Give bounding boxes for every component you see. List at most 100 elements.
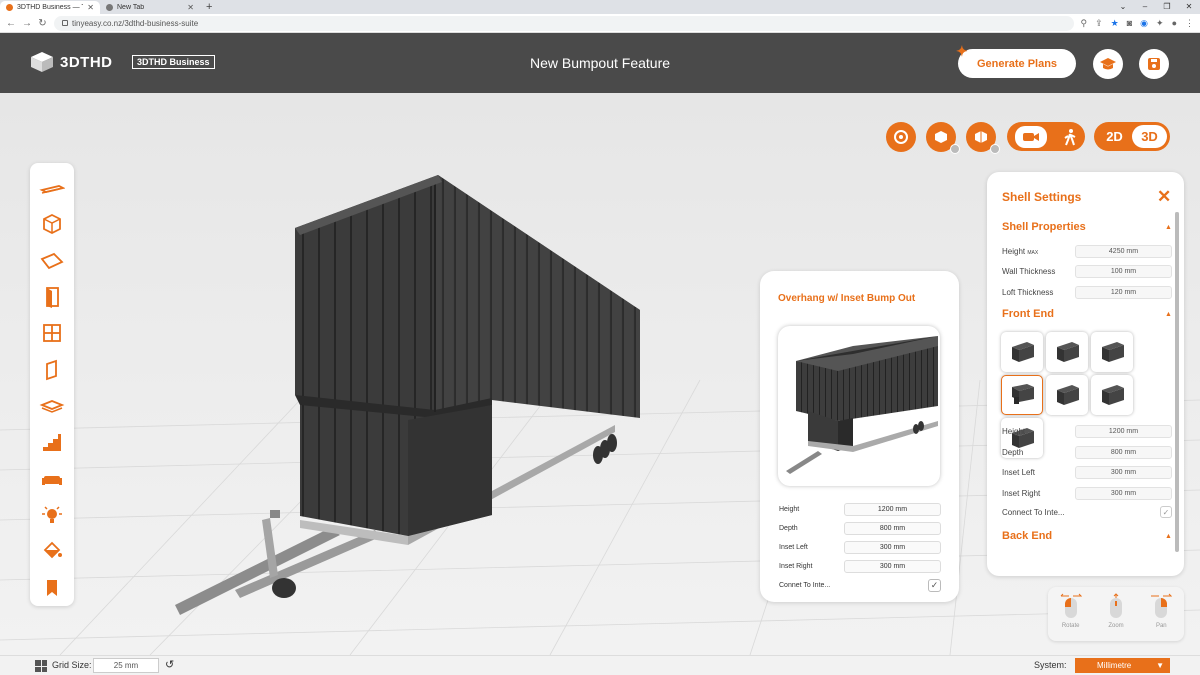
bumpout-inset-left-input[interactable]: 300 mm (844, 540, 941, 554)
video-camera-button[interactable] (1015, 125, 1047, 148)
zoom-icon[interactable]: ⚲ (1081, 18, 1088, 29)
pan-help: Pan (1150, 593, 1173, 641)
shell-properties-header[interactable]: Shell Properties (1002, 221, 1086, 233)
close-window-icon[interactable]: ✕ (1178, 0, 1200, 13)
shell-height-input[interactable]: 4250 mm (1075, 244, 1172, 258)
front-end-thumb-icon (1012, 342, 1034, 362)
loft-thickness-row: Loft Thickness 120 mm (1002, 285, 1172, 299)
collapse-caret-icon[interactable]: ▲ (1165, 533, 1172, 540)
rotate-help: Rotate (1060, 593, 1082, 641)
front-inset-right-row: Inset Right 300 mm (1002, 486, 1172, 500)
unit-system-select[interactable]: Millimetre ▼ (1075, 658, 1170, 673)
menu-icon[interactable]: ⋮ (1185, 18, 1194, 29)
browser-extensions: ⚲ ⇪ ★ ◙ ◉ ✦ ● ⋮ (1081, 18, 1195, 29)
mode-3d-button[interactable]: 3D (1132, 125, 1167, 148)
view-mode-toggle[interactable]: 2D 3D (1094, 122, 1170, 151)
front-end-thumb-icon (1057, 385, 1079, 405)
tutorial-button[interactable] (1093, 49, 1123, 79)
browser-tab-newtab[interactable]: New Tab ✕ (100, 1, 200, 14)
mode-2d-button[interactable]: 2D (1097, 129, 1132, 144)
share-icon[interactable]: ⇪ (1095, 18, 1103, 29)
profile-icon[interactable]: ● (1172, 18, 1177, 29)
logo[interactable]: 3DTHD (30, 51, 113, 73)
front-end-header[interactable]: Front End (1002, 308, 1054, 320)
back-icon[interactable]: ← (6, 18, 16, 29)
unit-system-value: Millimetre (1097, 661, 1132, 670)
front-height-input[interactable]: 1200 mm (1075, 424, 1172, 438)
forward-icon[interactable]: → (22, 18, 32, 29)
tool-trailer[interactable] (30, 170, 74, 206)
front-end-thumb-icon (1102, 342, 1124, 362)
collapse-caret-icon[interactable]: ▲ (1165, 224, 1172, 231)
front-connect-checkbox[interactable]: ✓ (1160, 506, 1172, 518)
maximize-icon[interactable]: ❐ (1156, 0, 1178, 13)
bumpout-inset-right-input[interactable]: 300 mm (844, 559, 941, 573)
bumpout-connect-checkbox[interactable]: ✓ (928, 578, 941, 592)
tab-close-icon[interactable]: ✕ (187, 3, 194, 12)
reset-view-button[interactable] (886, 122, 916, 152)
wall-panel-icon (46, 359, 57, 381)
tool-shell[interactable] (30, 206, 74, 242)
tool-walls[interactable] (30, 352, 74, 388)
collapse-caret-icon[interactable]: ▲ (1165, 311, 1172, 318)
bumpout-depth-input[interactable]: 800 mm (844, 521, 941, 535)
grid-icon (35, 660, 47, 672)
camera-icon[interactable]: ◙ (1127, 18, 1132, 29)
front-depth-input[interactable]: 800 mm (1075, 445, 1172, 459)
browser-tab-active[interactable]: 3DTHD Business — Tiny Easy - ... ✕ (0, 1, 100, 14)
back-end-header[interactable]: Back End (1002, 530, 1052, 542)
tool-floors[interactable] (30, 388, 74, 424)
zoom-label: Zoom (1108, 623, 1124, 629)
bumpout-height-input[interactable]: 1200 mm (844, 502, 941, 516)
generate-plans-button[interactable]: ✦ Generate Plans (956, 43, 1076, 78)
side-view-button[interactable] (966, 122, 1000, 154)
tab-close-icon[interactable]: ✕ (87, 3, 94, 12)
bumpout-preview-image[interactable] (778, 326, 940, 486)
front-end-option-1[interactable] (1001, 332, 1043, 372)
shell-height-label: Height MAX (1002, 246, 1039, 256)
walk-person-icon[interactable] (1063, 128, 1077, 146)
tool-doors[interactable] (30, 279, 74, 315)
close-panel-icon[interactable]: ✕ (1157, 187, 1171, 207)
tool-lighting[interactable] (30, 497, 74, 533)
front-inset-left-input[interactable]: 300 mm (1075, 465, 1172, 479)
extension-icon[interactable]: ◉ (1140, 18, 1148, 29)
top-view-button[interactable] (926, 122, 960, 154)
minimize-icon[interactable]: – (1134, 0, 1156, 13)
bumpout-inset-left-row: Inset Left 300 mm (779, 540, 941, 554)
front-depth-row: Depth 800 mm (1002, 445, 1172, 459)
shell-cube-icon (43, 214, 61, 235)
wall-thickness-input[interactable]: 100 mm (1075, 264, 1172, 278)
tab-search-icon[interactable]: ⌄ (1112, 0, 1134, 13)
address-bar: ← → ↻ tinyeasy.co.nz/3dthd-business-suit… (0, 14, 1200, 33)
front-end-option-6[interactable] (1091, 375, 1133, 415)
stairs-icon (43, 434, 61, 452)
new-tab-button[interactable]: + (200, 1, 218, 14)
tool-furniture[interactable] (30, 461, 74, 497)
front-inset-right-input[interactable]: 300 mm (1075, 486, 1172, 500)
tool-windows[interactable] (30, 315, 74, 351)
front-end-option-3[interactable] (1091, 332, 1133, 372)
tool-paint[interactable] (30, 533, 74, 569)
front-end-option-4-selected[interactable] (1001, 375, 1043, 415)
bumpout-inset-left-label: Inset Left (779, 543, 808, 551)
chevron-down-icon: ▼ (1156, 661, 1164, 670)
bookmark-star-icon[interactable]: ★ (1111, 18, 1119, 29)
trailer-icon (39, 185, 65, 194)
reset-grid-icon[interactable]: ↺ (165, 658, 174, 671)
url-input[interactable]: tinyeasy.co.nz/3dthd-business-suite (54, 15, 1074, 31)
front-end-option-5[interactable] (1046, 375, 1088, 415)
loft-thickness-input[interactable]: 120 mm (1075, 285, 1172, 299)
tool-roof[interactable] (30, 243, 74, 279)
grid-size-input[interactable]: 25 mm (93, 658, 159, 673)
puzzle-icon[interactable]: ✦ (1156, 18, 1164, 29)
tool-bookmarks[interactable] (30, 570, 74, 606)
save-button[interactable] (1139, 49, 1169, 79)
camera-walk-toggle[interactable] (1007, 122, 1085, 151)
front-end-option-2[interactable] (1046, 332, 1088, 372)
lightbulb-icon (42, 506, 62, 524)
reload-icon[interactable]: ↻ (38, 18, 47, 29)
tool-stairs[interactable] (30, 424, 74, 460)
wall-thickness-row: Wall Thickness 100 mm (1002, 264, 1172, 278)
front-inset-left-label: Inset Left (1002, 467, 1035, 477)
